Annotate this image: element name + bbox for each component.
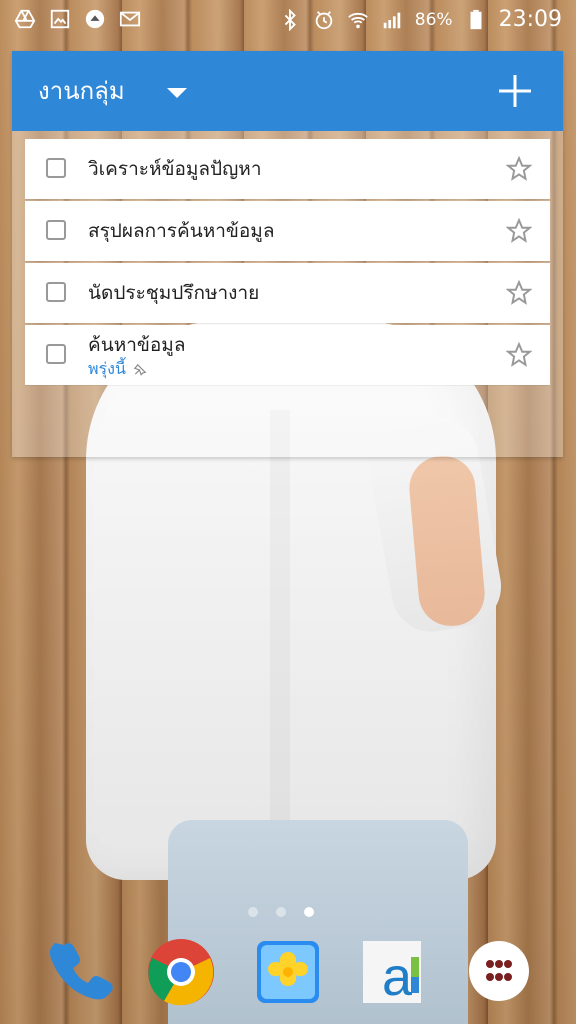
task-checkbox[interactable] [46, 220, 66, 240]
chrome-app[interactable] [146, 937, 216, 1007]
tasks-widget: งานกลุ่ม วิเคราะห์ข้อมูลปัญหา สรุปผลการค… [12, 51, 563, 457]
gallery-icon [253, 937, 323, 1007]
star-icon[interactable] [505, 279, 533, 306]
task-checkbox[interactable] [46, 282, 66, 302]
page-dot-1 [248, 907, 258, 917]
gallery-app[interactable] [253, 937, 323, 1007]
task-row[interactable]: ค้นหาข้อมูล พรุ่งนี้ [25, 325, 550, 385]
battery-percentage: 86% [414, 10, 453, 30]
task-label: ค้นหาข้อมูล [88, 334, 186, 356]
image-icon [49, 8, 71, 30]
task-checkbox[interactable] [46, 344, 66, 364]
star-icon[interactable] [505, 155, 533, 182]
bluetooth-icon [279, 8, 301, 32]
a-app-icon: a [357, 937, 427, 1007]
upload-icon [84, 8, 106, 30]
task-row[interactable]: นัดประชุมปรึกษางาย [25, 263, 550, 323]
star-icon[interactable] [505, 217, 533, 244]
apps-grid-icon [468, 940, 530, 1002]
drive-icon [14, 8, 36, 30]
page-dot-2 [276, 907, 286, 917]
star-icon[interactable] [505, 341, 533, 368]
task-list: วิเคราะห์ข้อมูลปัญหา สรุปผลการค้นหาข้อมู… [25, 139, 550, 387]
add-task-button[interactable] [495, 71, 535, 111]
page-dot-3 [304, 907, 314, 917]
phone-app[interactable] [43, 937, 113, 1007]
task-checkbox[interactable] [46, 158, 66, 178]
signal-icon [381, 9, 403, 31]
phone-icon [43, 937, 113, 1007]
wifi-icon [347, 9, 369, 31]
battery-icon [465, 9, 487, 31]
alarm-icon [313, 9, 335, 31]
wallpaper-placket [270, 410, 290, 840]
mail-icon [119, 8, 141, 30]
chrome-icon [146, 937, 216, 1007]
task-row[interactable]: สรุปผลการค้นหาข้อมูล [25, 201, 550, 261]
page-indicators [248, 907, 314, 917]
a-app[interactable]: a [357, 937, 427, 1007]
task-row[interactable]: วิเคราะห์ข้อมูลปัญหา [25, 139, 550, 199]
task-label: สรุปผลการค้นหาข้อมูล [88, 220, 275, 242]
widget-title[interactable]: งานกลุ่ม [38, 75, 125, 107]
chevron-down-icon[interactable] [165, 85, 189, 101]
task-label: นัดประชุมปรึกษางาย [88, 282, 260, 304]
due-date: พรุ่งนี้ [88, 359, 147, 379]
widget-header: งานกลุ่ม [12, 51, 563, 131]
pin-icon [133, 362, 147, 376]
dock: a [0, 932, 576, 1024]
due-date-label: พรุ่งนี้ [88, 359, 126, 378]
task-label: วิเคราะห์ข้อมูลปัญหา [88, 158, 262, 180]
status-right-icons: 86% 23:09 [279, 6, 562, 34]
clock: 23:09 [498, 7, 562, 32]
svg-text:a: a [382, 947, 413, 1007]
apps-button[interactable] [468, 940, 530, 1002]
status-bar: 86% 23:09 [0, 0, 576, 40]
status-left-icons [14, 8, 141, 30]
